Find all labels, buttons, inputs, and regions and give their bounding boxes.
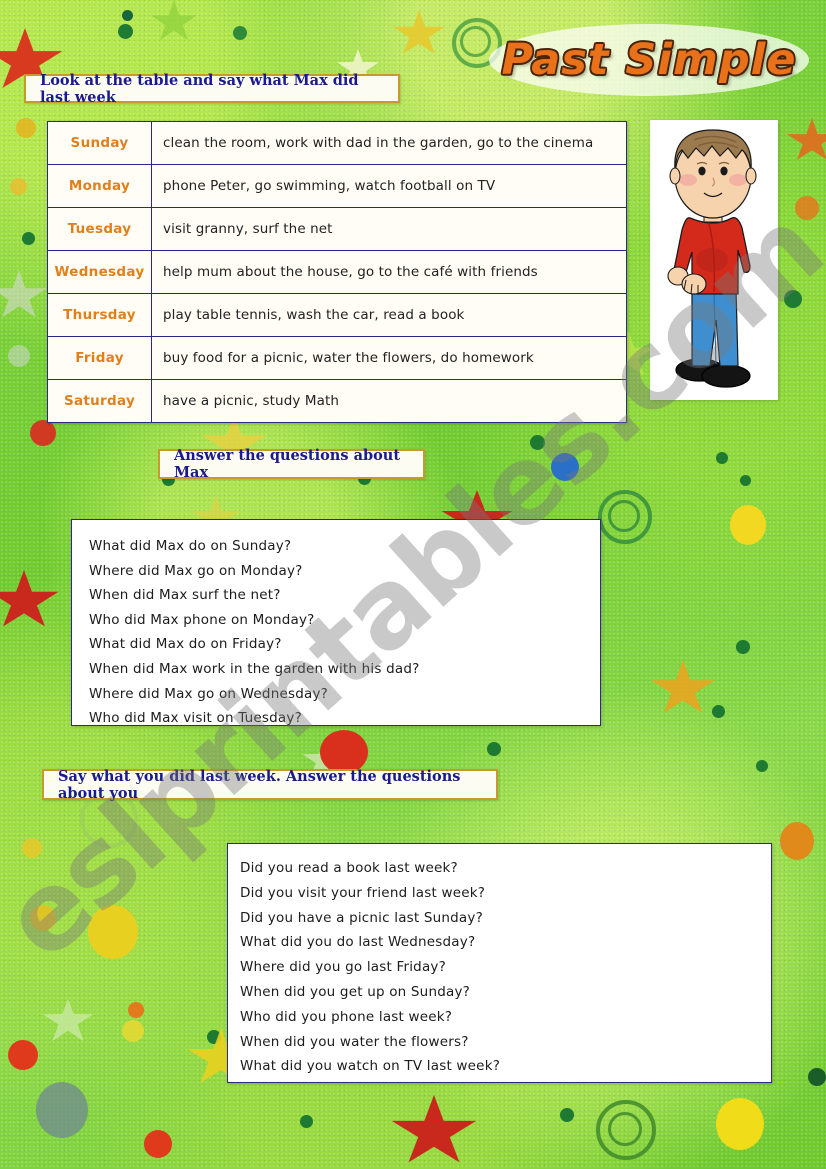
page-title: Past Simple bbox=[489, 24, 809, 96]
boy-illustration-panel bbox=[650, 120, 778, 400]
activity-cell: help mum about the house, go to the café… bbox=[151, 250, 627, 294]
question-line: Did you read a book last week? bbox=[240, 860, 458, 876]
question-line: What did you watch on TV last week? bbox=[240, 1058, 501, 1075]
cartoon-boy-image bbox=[667, 129, 757, 388]
question-line: Where did Max go on Monday? bbox=[89, 562, 303, 579]
activity-cell: clean the room, work with dad in the gar… bbox=[151, 121, 627, 165]
question-line: When did you water the flowers? bbox=[240, 1033, 469, 1050]
question-line: Where did Max go on Wednesday? bbox=[89, 685, 328, 702]
instruction-banner-answer-about-you: Say what you did last week. Answer the q… bbox=[42, 767, 498, 802]
question-line: Who did Max visit on Tuesday? bbox=[89, 710, 302, 727]
schedule-table: Sunday clean the room, work with dad in … bbox=[47, 121, 627, 423]
day-cell: Thursday bbox=[47, 293, 152, 337]
questions-about-you-box: Did you read a book last week? Did you v… bbox=[227, 843, 772, 1083]
instruction-banner-look-at-table: Look at the table and say what Max did l… bbox=[24, 71, 400, 106]
day-cell: Friday bbox=[47, 336, 152, 380]
question-line: Where did you go last Friday? bbox=[240, 959, 446, 976]
instruction-banner-answer-about-max: Answer the questions about Max bbox=[158, 447, 425, 481]
instruction-text: Say what you did last week. Answer the q… bbox=[58, 767, 461, 802]
activity-cell: play table tennis, wash the car, read a … bbox=[151, 293, 627, 337]
table-row: Saturday have a picnic, study Math bbox=[47, 379, 627, 423]
day-cell: Monday bbox=[47, 164, 152, 208]
question-line: Did you visit your friend last week? bbox=[240, 884, 486, 901]
table-row: Sunday clean the room, work with dad in … bbox=[47, 121, 627, 165]
schedule-table-wrapper: Sunday clean the room, work with dad in … bbox=[47, 121, 627, 423]
table-row: Monday phone Peter, go swimming, watch f… bbox=[47, 164, 627, 208]
question-line: What did Max do on Friday? bbox=[89, 636, 282, 653]
question-line: Who did you phone last week? bbox=[240, 1008, 453, 1025]
table-row: Tuesday visit granny, surf the net bbox=[47, 207, 627, 251]
question-line: When did Max work in the garden with his… bbox=[89, 660, 420, 677]
activity-cell: phone Peter, go swimming, watch football… bbox=[151, 164, 627, 208]
day-cell: Saturday bbox=[47, 379, 152, 423]
table-row: Thursday play table tennis, wash the car… bbox=[47, 293, 627, 337]
table-row: Friday buy food for a picnic, water the … bbox=[47, 336, 627, 380]
day-cell: Tuesday bbox=[47, 207, 152, 251]
question-line: Did you have a picnic last Sunday? bbox=[240, 909, 483, 926]
question-line: When did you get up on Sunday? bbox=[240, 983, 470, 1000]
instruction-text: Answer the questions about Max bbox=[174, 447, 401, 481]
questions-about-max-box: What did Max do on Sunday? Where did Max… bbox=[71, 519, 601, 726]
question-line: Who did Max phone on Monday? bbox=[89, 611, 315, 628]
day-cell: Sunday bbox=[47, 121, 152, 165]
question-line: What did Max do on Sunday? bbox=[89, 538, 292, 554]
table-row: Wednesday help mum about the house, go t… bbox=[47, 250, 627, 294]
worksheet-page: eslprintables.com Past Simple Look at th… bbox=[0, 0, 826, 1169]
instruction-text: Look at the table and say what Max did l… bbox=[40, 71, 359, 106]
activity-cell: have a picnic, study Math bbox=[151, 379, 627, 423]
title-text: Past Simple bbox=[501, 35, 797, 85]
day-cell: Wednesday bbox=[47, 250, 152, 294]
question-line: What did you do last Wednesday? bbox=[240, 934, 476, 951]
activity-cell: visit granny, surf the net bbox=[151, 207, 627, 251]
question-line: When did Max surf the net? bbox=[89, 587, 281, 604]
activity-cell: buy food for a picnic, water the flowers… bbox=[151, 336, 627, 380]
